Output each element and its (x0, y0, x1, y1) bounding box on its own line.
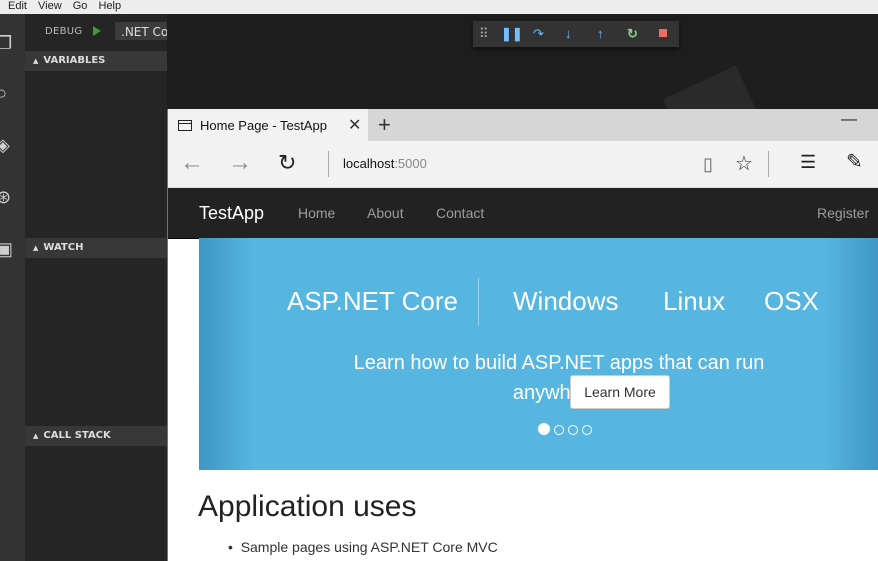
platform-linux: Linux (663, 286, 726, 316)
pause-icon[interactable]: ❚❚ (501, 24, 523, 44)
tab-strip: Home Page - TestApp ✕ + — (168, 109, 878, 141)
watch-label: WATCH (43, 242, 84, 253)
address-bar: ← → ↻ localhost:5000 ▯ ☆ ☰ ✎ (168, 141, 878, 188)
section-title: Application uses (198, 490, 417, 523)
tab-title: Home Page - TestApp (200, 118, 327, 133)
platform-osx: OSX (764, 286, 819, 316)
nav-contact[interactable]: Contact (436, 205, 484, 221)
list-item: • Sample pages using ASP.NET Core MVC (228, 539, 498, 555)
platform-windows: Windows (513, 286, 619, 316)
menu-bar: Edit View Go Help (0, 0, 878, 14)
activity-bar: ❐ ○ ◈ ⊛ ▣ (0, 14, 25, 561)
drag-handle-icon[interactable]: ⠿ (479, 24, 489, 44)
debug-label: DEBUG (45, 26, 83, 37)
browser-window: Home Page - TestApp ✕ + — ← → ↻ localhos… (167, 109, 878, 561)
reading-view-icon[interactable]: ▯ (703, 154, 713, 175)
page-icon (178, 120, 192, 131)
page-viewport: TestApp Home About Contact Register ASP.… (168, 188, 878, 561)
step-out-icon[interactable]: ↑ (597, 24, 604, 44)
forward-icon[interactable]: → (228, 149, 252, 177)
watch-header[interactable]: ▲ WATCH (25, 238, 167, 258)
start-debugging-icon[interactable] (93, 26, 101, 36)
explorer-icon[interactable]: ❐ (0, 32, 16, 54)
variables-header[interactable]: ▲ VARIABLES (25, 51, 167, 71)
menu-go[interactable]: Go (73, 0, 88, 12)
carousel[interactable]: ASP.NET Core Windows Linux OSX Learn how… (199, 238, 878, 470)
stop-icon[interactable] (659, 29, 667, 37)
url-field[interactable]: localhost:5000 (343, 156, 427, 171)
nav-register[interactable]: Register (817, 205, 869, 221)
divider (768, 151, 769, 177)
variables-label: VARIABLES (43, 55, 106, 66)
web-note-icon[interactable]: ✎ (846, 149, 863, 174)
minimize-icon[interactable]: — (841, 111, 857, 129)
site-navbar: TestApp Home About Contact Register (168, 188, 878, 239)
step-over-icon[interactable]: ↷ (533, 24, 544, 44)
back-icon[interactable]: ← (180, 149, 204, 177)
debug-floating-toolbar: ⠿ ❚❚ ↷ ↓ ↑ ↻ (473, 21, 679, 47)
site-brand[interactable]: TestApp (199, 203, 264, 224)
carousel-headline: ASP.NET Core (287, 286, 459, 316)
browser-tab[interactable]: Home Page - TestApp ✕ (168, 109, 368, 141)
url-host: localhost (343, 156, 395, 171)
carousel-dot[interactable] (554, 425, 564, 435)
carousel-dot[interactable] (538, 423, 550, 435)
refresh-icon[interactable]: ↻ (278, 150, 296, 176)
list-item-text: Sample pages using ASP.NET Core MVC (240, 539, 498, 555)
new-tab-icon[interactable]: + (378, 112, 391, 138)
carousel-indicators (538, 422, 596, 440)
learn-more-button[interactable]: Learn More (570, 375, 670, 409)
url-port: :5000 (394, 156, 427, 171)
call-stack-label: CALL STACK (43, 430, 111, 441)
menu-edit[interactable]: Edit (8, 0, 27, 12)
favorite-star-icon[interactable]: ☆ (735, 151, 753, 176)
menu-help[interactable]: Help (99, 0, 122, 12)
carousel-dot[interactable] (582, 425, 592, 435)
collapse-triangle-icon: ▲ (33, 244, 39, 252)
carousel-dot[interactable] (568, 425, 578, 435)
nav-home[interactable]: Home (298, 205, 335, 221)
debug-sidebar: DEBUG .NET Core Laur ▼ ⚙ ▲VARIABLES ▲WAT… (25, 14, 277, 561)
menu-view[interactable]: View (38, 0, 62, 12)
extensions-icon[interactable]: ▣ (0, 238, 16, 260)
close-icon[interactable]: ✕ (348, 115, 361, 135)
collapse-triangle-icon: ▲ (33, 432, 39, 440)
restart-icon[interactable]: ↻ (627, 24, 638, 44)
call-stack-header[interactable]: ▲ CALL STACK (25, 426, 167, 446)
nav-about[interactable]: About (367, 205, 404, 221)
debug-icon[interactable]: ⊛ (0, 186, 16, 208)
hub-icon[interactable]: ☰ (800, 152, 816, 173)
search-icon[interactable]: ○ (0, 82, 16, 104)
carousel-caption: Learn how to build ASP.NET apps that can… (353, 352, 765, 404)
divider (328, 151, 329, 177)
divider (478, 278, 479, 326)
git-icon[interactable]: ◈ (0, 134, 16, 156)
step-into-icon[interactable]: ↓ (565, 24, 572, 44)
collapse-triangle-icon: ▲ (33, 57, 39, 65)
